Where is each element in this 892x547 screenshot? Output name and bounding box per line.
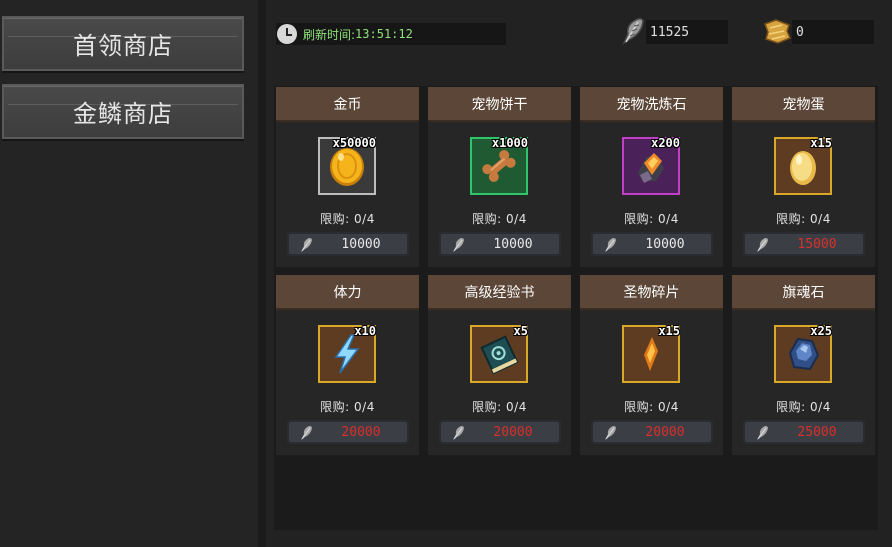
- item-price: 20000: [341, 425, 381, 440]
- item-name: 圣物碎片: [580, 275, 723, 310]
- feather-icon: [301, 426, 312, 440]
- feather-icon: [453, 238, 464, 252]
- feather-currency-icon: [622, 18, 644, 45]
- item-quantity: x15: [658, 324, 680, 338]
- item-quantity: x15: [810, 136, 832, 150]
- item-price: 20000: [645, 425, 685, 440]
- shop-panel: 金币 x50000 限购: 0/4 10000 宠物饼干 x1000 限购: 0…: [274, 86, 878, 530]
- purchase-limit: 限购: 0/4: [624, 212, 679, 226]
- item-name: 高级经验书: [428, 275, 571, 310]
- item-price: 20000: [493, 425, 533, 440]
- item-name: 宠物洗炼石: [580, 87, 723, 122]
- feather-icon: [453, 426, 464, 440]
- purchase-limit: 限购: 0/4: [472, 212, 527, 226]
- item-quantity: x10: [354, 324, 376, 338]
- item-name: 金币: [276, 87, 419, 122]
- purchase-limit: 限购: 0/4: [320, 212, 375, 226]
- item-quantity: x1000: [491, 136, 528, 150]
- buy-button[interactable]: 10000: [591, 232, 713, 256]
- item-quantity: x50000: [332, 136, 376, 150]
- purchase-limit: 限购: 0/4: [776, 212, 831, 226]
- feather-icon: [605, 426, 616, 440]
- tab-boss-shop[interactable]: 首领商店: [2, 16, 244, 71]
- clock-icon: [277, 24, 297, 44]
- item-quantity: x5: [513, 324, 528, 338]
- item-quantity: x25: [810, 324, 832, 338]
- buy-button[interactable]: 25000: [743, 420, 865, 444]
- item-icon-frame[interactable]: x5: [470, 324, 528, 383]
- purchase-limit: 限购: 0/4: [776, 400, 831, 414]
- feather-icon: [757, 426, 768, 440]
- buy-button[interactable]: 20000: [591, 420, 713, 444]
- item-icon-frame[interactable]: x15: [622, 324, 680, 383]
- tab-label: 首领商店: [73, 32, 173, 60]
- buy-button[interactable]: 20000: [287, 420, 409, 444]
- item-icon-frame[interactable]: x50000: [318, 136, 376, 195]
- item-name: 宠物蛋: [732, 87, 875, 122]
- tab-label: 金鳞商店: [73, 100, 173, 128]
- refresh-time: 13:51:12: [355, 27, 413, 41]
- item-price: 10000: [341, 237, 381, 252]
- refresh-label: 刷新时间:: [303, 27, 356, 42]
- divider: [258, 0, 266, 547]
- item-price: 10000: [645, 237, 685, 252]
- item-name: 体力: [276, 275, 419, 310]
- item-icon-frame[interactable]: x15: [774, 136, 832, 195]
- item-price: 10000: [493, 237, 533, 252]
- item-price: 25000: [797, 425, 837, 440]
- shop-item-card: 宠物洗炼石 x200 限购: 0/4 10000: [580, 87, 723, 267]
- item-name: 旗魂石: [732, 275, 875, 310]
- item-icon-frame[interactable]: x10: [318, 324, 376, 383]
- item-icon-frame[interactable]: x1000: [470, 136, 528, 195]
- item-icon-frame[interactable]: x200: [622, 136, 680, 195]
- feather-icon: [605, 238, 616, 252]
- feather-icon: [757, 238, 768, 252]
- purchase-limit: 限购: 0/4: [624, 400, 679, 414]
- shop-sidebar: 首领商店 金鳞商店: [0, 0, 258, 547]
- item-quantity: x200: [651, 136, 680, 150]
- shop-item-card: 体力 x10 限购: 0/4 20000: [276, 275, 419, 455]
- shop-item-card: 宠物饼干 x1000 限购: 0/4 10000: [428, 87, 571, 267]
- tab-golden-scale-shop[interactable]: 金鳞商店: [2, 84, 244, 139]
- buy-button[interactable]: 20000: [439, 420, 561, 444]
- golden-scale-currency-amount: 0: [792, 20, 874, 44]
- item-icon-frame[interactable]: x25: [774, 324, 832, 383]
- golden-scale-currency-icon: [764, 19, 791, 44]
- purchase-limit: 限购: 0/4: [472, 400, 527, 414]
- shop-item-card: 金币 x50000 限购: 0/4 10000: [276, 87, 419, 267]
- shop-item-card: 圣物碎片 x15 限购: 0/4 20000: [580, 275, 723, 455]
- buy-button[interactable]: 15000: [743, 232, 865, 256]
- shop-item-card: 宠物蛋 x15 限购: 0/4 15000: [732, 87, 875, 267]
- refresh-timer: 刷新时间: 13:51:12: [276, 23, 506, 45]
- feather-icon: [301, 238, 312, 252]
- buy-button[interactable]: 10000: [287, 232, 409, 256]
- item-price: 15000: [797, 237, 837, 252]
- purchase-limit: 限购: 0/4: [320, 400, 375, 414]
- shop-item-card: 高级经验书 x5 限购: 0/4 20000: [428, 275, 571, 455]
- feather-currency-amount: 11525: [646, 20, 728, 44]
- buy-button[interactable]: 10000: [439, 232, 561, 256]
- shop-item-card: 旗魂石 x25 限购: 0/4 25000: [732, 275, 875, 455]
- item-name: 宠物饼干: [428, 87, 571, 122]
